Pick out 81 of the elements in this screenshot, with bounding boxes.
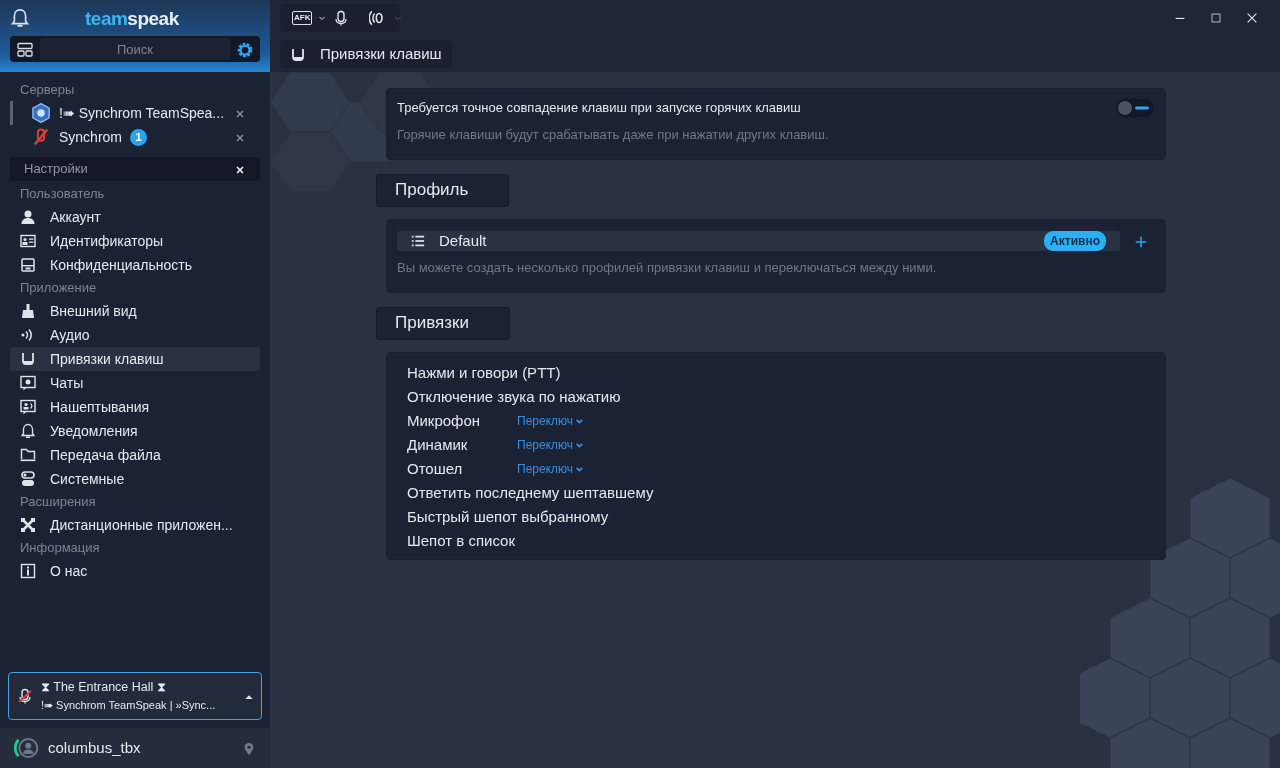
profile-name: Default bbox=[439, 230, 487, 251]
server-name: !➠ Synchrom TeamSpea... bbox=[59, 103, 225, 123]
id-card-icon bbox=[20, 233, 36, 249]
section-heading: Расширения bbox=[19, 493, 97, 511]
settings-nav-item[interactable]: Уведомления bbox=[10, 419, 260, 443]
settings-nav-item[interactable]: О нас bbox=[10, 559, 260, 583]
user-name: columbus_tbx bbox=[48, 737, 141, 758]
settings-nav-item[interactable]: Внешний вид bbox=[10, 299, 260, 323]
keyboard-key-icon bbox=[290, 46, 306, 63]
settings-nav-item[interactable]: Конфиденциальность bbox=[10, 253, 260, 277]
whisper-icon bbox=[20, 399, 36, 415]
chevron-down-icon[interactable] bbox=[575, 440, 585, 450]
server-name: Synchrom bbox=[59, 127, 123, 147]
binding-label: Микрофон bbox=[407, 411, 482, 432]
settings-nav-item[interactable]: Системные bbox=[10, 467, 260, 491]
add-icon[interactable] bbox=[1134, 234, 1148, 249]
binding-label[interactable]: Быстрый шепот выбранному bbox=[407, 506, 609, 529]
connection-panel[interactable]: ⧗ The Entrance Hall ⧗ !➠ Synchrom TeamSpeak | »Sync... bbox=[8, 672, 262, 720]
binding-label[interactable]: Нажми и говори (PTT) bbox=[407, 362, 561, 385]
expand-icon bbox=[20, 517, 36, 533]
brush-icon bbox=[20, 303, 36, 319]
notification-badge: 1 bbox=[130, 128, 148, 146]
mode-dropdown[interactable]: Переключ bbox=[517, 460, 585, 479]
toggle-switch[interactable] bbox=[1115, 98, 1155, 119]
toggle-icon bbox=[20, 471, 36, 487]
binding-label[interactable]: Отключение звука по нажатию bbox=[407, 386, 621, 409]
settings-nav-item[interactable]: Привязки клавиш bbox=[10, 347, 260, 371]
binding-label: Отошел bbox=[407, 459, 464, 480]
folder-icon bbox=[20, 447, 36, 463]
section-heading: Информация bbox=[19, 539, 101, 557]
server-tab[interactable]: Synchrom 1 bbox=[10, 125, 270, 149]
chevron-down-icon[interactable] bbox=[318, 14, 327, 22]
settings-nav-item[interactable]: Аудио bbox=[10, 323, 260, 347]
settings-icon[interactable] bbox=[236, 40, 254, 59]
section-heading: Серверы bbox=[19, 81, 76, 99]
status-badge: Активно bbox=[1044, 230, 1106, 251]
binding-label[interactable]: Ответить последнему шептавшему bbox=[407, 482, 654, 505]
mode-dropdown[interactable]: Переключ bbox=[517, 436, 585, 455]
close-icon[interactable] bbox=[1245, 11, 1259, 25]
mode-dropdown[interactable]: Переключ bbox=[517, 412, 585, 431]
chevron-down-icon[interactable] bbox=[575, 416, 585, 426]
maximize-icon[interactable] bbox=[1209, 11, 1223, 25]
section-heading: Пользователь bbox=[19, 185, 106, 203]
chevron-down-icon[interactable] bbox=[575, 464, 585, 474]
channel-name: ⧗ The Entrance Hall ⧗ bbox=[41, 679, 167, 697]
settings-nav-item[interactable]: Дистанционные приложен... bbox=[10, 513, 260, 537]
bell-icon[interactable] bbox=[10, 7, 30, 30]
info-icon bbox=[20, 563, 36, 579]
setting-description: Вы можете создать несколько профилей привязки клавиш и переключаться между ними. bbox=[397, 259, 938, 278]
server-icon bbox=[31, 103, 51, 123]
settings-nav-item[interactable]: Аккаунт bbox=[10, 205, 260, 229]
section-heading: Привязки bbox=[376, 306, 510, 341]
list-icon bbox=[411, 233, 425, 248]
chat-icon bbox=[20, 375, 36, 391]
settings-nav-item[interactable]: Чаты bbox=[10, 371, 260, 395]
layout-icon[interactable] bbox=[16, 41, 34, 58]
section-heading: Профиль bbox=[376, 173, 510, 208]
setting-title: Требуется точное совпадение клавиш при запуске горячих клавиш bbox=[397, 98, 801, 117]
afk-button[interactable]: AFK bbox=[292, 11, 313, 25]
server-tab[interactable]: !➠ Synchrom TeamSpea... bbox=[10, 101, 270, 125]
section-heading: Приложение bbox=[19, 279, 98, 297]
page-title: Привязки клавиш bbox=[320, 43, 442, 64]
settings-nav-item[interactable]: Передача файла bbox=[10, 443, 260, 467]
lock-icon bbox=[20, 257, 36, 273]
user-icon bbox=[20, 209, 36, 225]
search-field[interactable]: Поиск bbox=[40, 38, 230, 60]
binding-label[interactable]: Шепот в список bbox=[407, 530, 515, 553]
settings-tab[interactable]: Настройки bbox=[10, 157, 260, 181]
location-pin-icon[interactable] bbox=[242, 740, 256, 757]
profile-item[interactable]: Default Активно bbox=[397, 230, 1120, 251]
keyboard-key-icon bbox=[20, 351, 36, 367]
muted-mic-icon bbox=[31, 127, 51, 147]
settings-nav-item[interactable]: Нашептывания bbox=[10, 395, 260, 419]
settings-nav-item[interactable]: Идентификаторы bbox=[10, 229, 260, 253]
server-name: !➠ Synchrom TeamSpeak | »Sync... bbox=[41, 698, 217, 714]
binding-label: Динамик bbox=[407, 435, 469, 456]
close-icon[interactable] bbox=[234, 163, 246, 176]
setting-description: Горячие клавиши будут срабатывать даже при нажатии других клавиш. bbox=[397, 126, 830, 145]
avatar-icon bbox=[14, 736, 38, 760]
bell-icon bbox=[20, 423, 36, 439]
logo: teamspeak bbox=[85, 8, 179, 28]
